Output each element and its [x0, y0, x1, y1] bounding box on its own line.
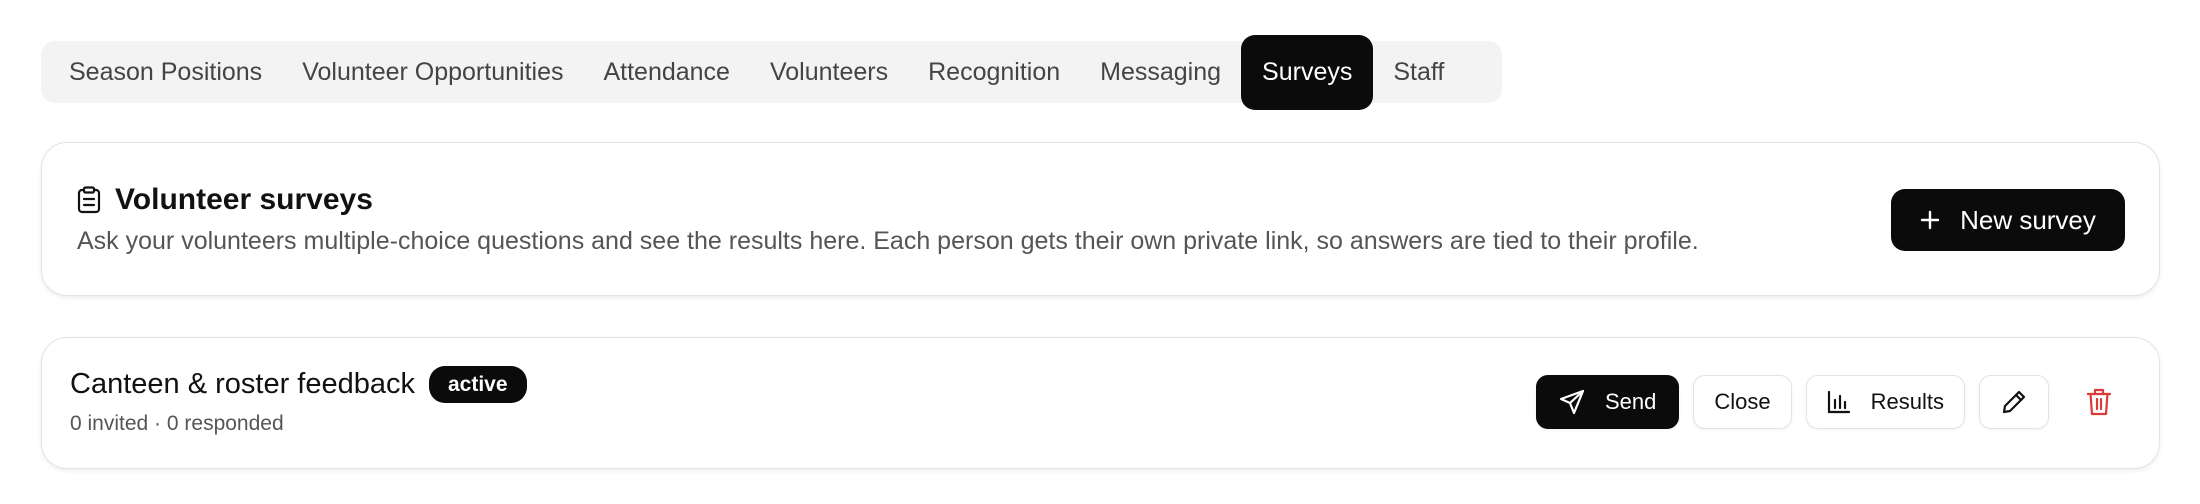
tab-volunteer-opportunities[interactable]: Volunteer Opportunities [282, 47, 583, 97]
clipboard-icon [77, 186, 101, 214]
page-title: Volunteer surveys [77, 183, 373, 217]
tab-attendance[interactable]: Attendance [583, 47, 750, 97]
close-label: Close [1714, 389, 1771, 414]
close-survey-button[interactable]: Close [1693, 375, 1792, 429]
page-description: Ask your volunteers multiple-choice ques… [77, 227, 1699, 255]
tab-label: Season Positions [69, 57, 263, 86]
tab-messaging[interactable]: Messaging [1080, 47, 1241, 97]
status-badge: active [428, 366, 527, 403]
survey-title-row: Canteen & roster feedback active [70, 366, 527, 403]
survey-stats: 0 invited · 0 responded [70, 412, 284, 435]
tab-label: Attendance [603, 57, 730, 86]
survey-actions: Send Close Results [1536, 375, 2049, 429]
tab-label: Staff [1393, 57, 1445, 86]
section-tabs: Season Positions Volunteer Opportunities… [41, 34, 1502, 110]
tab-staff[interactable]: Staff [1373, 47, 1464, 97]
plus-icon [1920, 210, 1940, 230]
tab-recognition[interactable]: Recognition [908, 47, 1080, 97]
survey-name: Canteen & roster feedback [70, 368, 415, 400]
tab-volunteers[interactable]: Volunteers [750, 47, 908, 97]
tab-surveys[interactable]: Surveys [1241, 34, 1374, 110]
trash-icon [2087, 388, 2111, 416]
delete-button[interactable] [2084, 387, 2114, 417]
edit-button[interactable] [1979, 375, 2049, 429]
surveys-header-card: Volunteer surveys Ask your volunteers mu… [41, 142, 2160, 296]
results-label: Results [1870, 389, 1944, 414]
send-button[interactable]: Send [1536, 375, 1680, 429]
page-title-text: Volunteer surveys [115, 183, 373, 216]
bar-chart-icon [1827, 390, 1851, 414]
results-button[interactable]: Results [1805, 375, 1965, 429]
tab-label: Volunteer Opportunities [302, 57, 564, 86]
pencil-icon [2001, 389, 2027, 415]
send-icon [1559, 389, 1585, 415]
survey-card: Canteen & roster feedback active 0 invit… [41, 337, 2160, 469]
new-survey-button[interactable]: New survey [1891, 189, 2125, 251]
tab-label: Recognition [928, 57, 1061, 86]
tab-season-positions[interactable]: Season Positions [49, 47, 282, 97]
tab-label: Messaging [1100, 57, 1222, 86]
tab-label: Volunteers [769, 57, 889, 86]
send-label: Send [1605, 389, 1657, 414]
tab-label: Surveys [1262, 57, 1353, 86]
new-survey-label: New survey [1960, 204, 2096, 235]
